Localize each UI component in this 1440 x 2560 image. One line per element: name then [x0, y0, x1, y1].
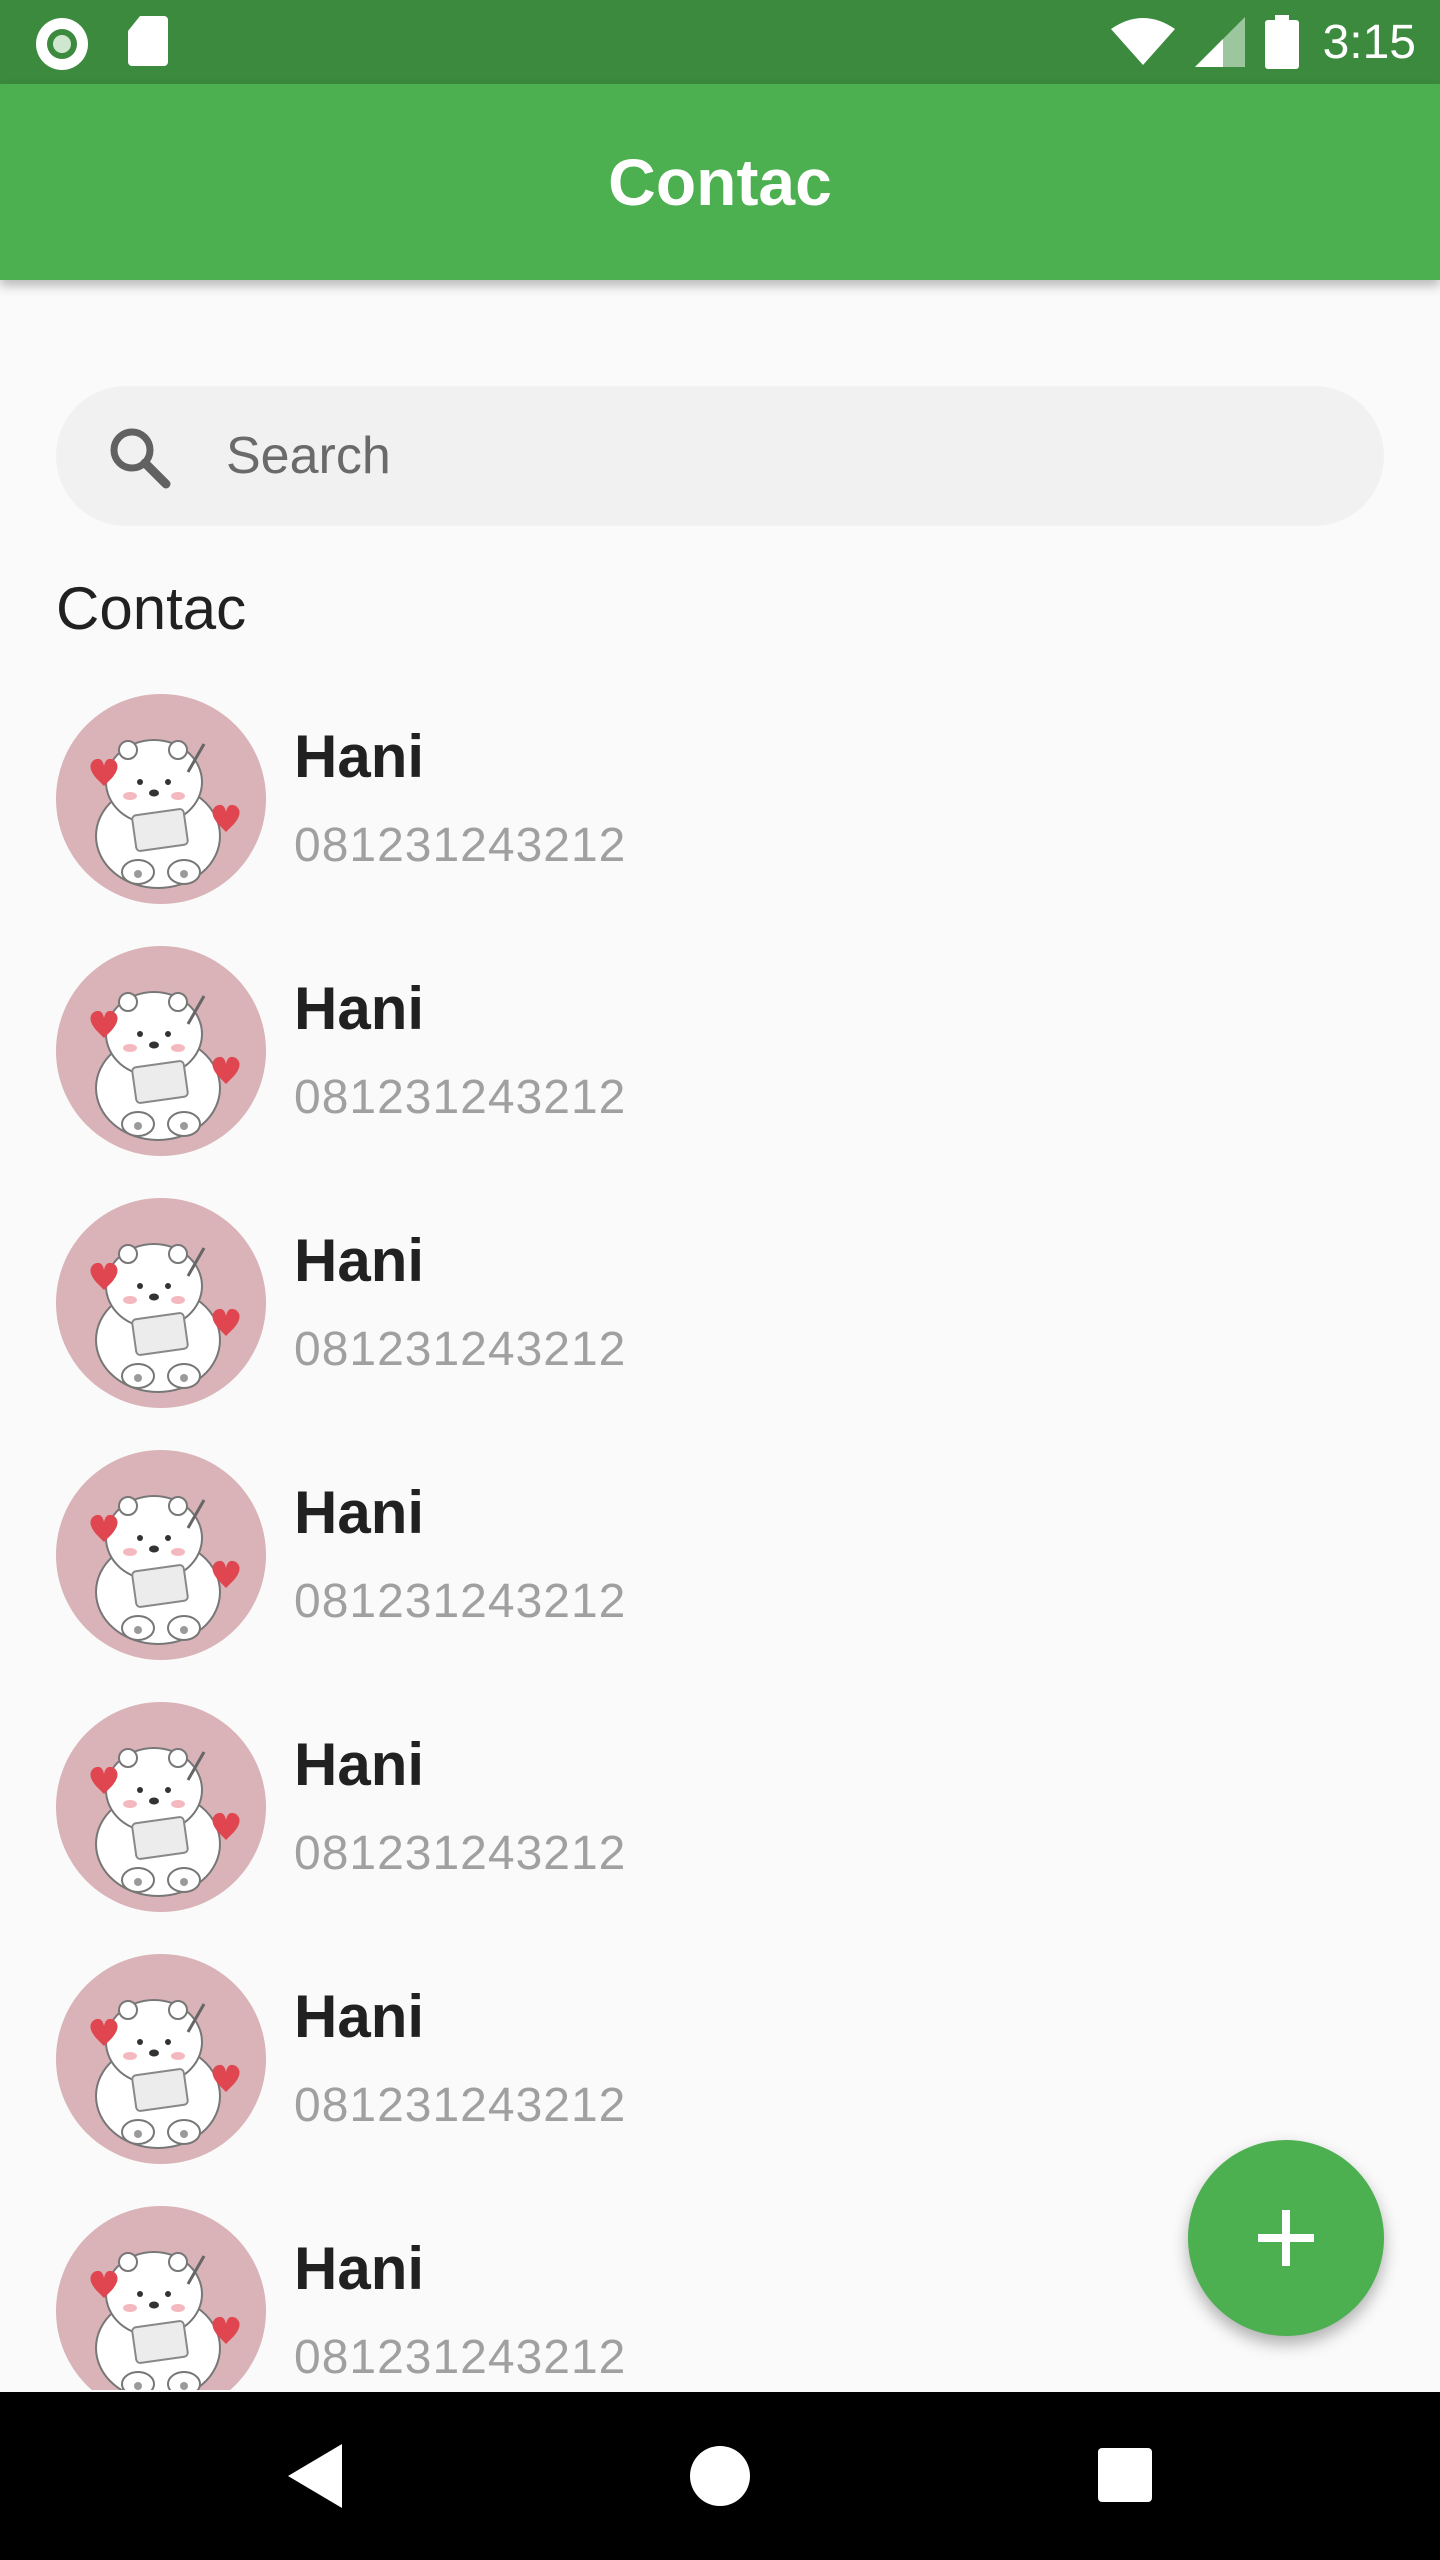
section-title: Contac — [56, 575, 247, 642]
plus-icon — [1258, 2210, 1314, 2266]
avatar — [56, 1954, 266, 2164]
back-icon[interactable] — [288, 2444, 342, 2508]
battery-icon — [1264, 15, 1299, 69]
contact-phone: 081231243212 — [294, 1071, 627, 1124]
signal-icon — [1194, 17, 1245, 67]
avatar — [56, 694, 266, 904]
sd-card-icon — [128, 16, 168, 66]
contact-phone: 081231243212 — [294, 819, 627, 872]
app-bar: Contac — [0, 84, 1440, 280]
contact-row[interactable]: Hani 081231243212 — [0, 1952, 1440, 2164]
contact-name: Hani — [294, 975, 425, 1042]
contact-name: Hani — [294, 2235, 425, 2302]
avatar — [56, 1198, 266, 1408]
avatar — [56, 2206, 266, 2390]
system-nav-bar — [0, 2392, 1440, 2560]
contact-name: Hani — [294, 1479, 425, 1546]
bear-illustration — [90, 2251, 240, 2390]
bear-illustration — [90, 739, 240, 889]
recents-icon[interactable] — [1098, 2448, 1152, 2502]
app-title: Contac — [608, 145, 832, 219]
contact-row[interactable]: Hani 081231243212 — [0, 1448, 1440, 1660]
contact-name: Hani — [294, 1731, 425, 1798]
contact-row[interactable]: Hani 081231243212 — [0, 1700, 1440, 1912]
bear-illustration — [90, 1495, 240, 1645]
contact-row[interactable]: Hani 081231243212 — [0, 692, 1440, 904]
contact-name: Hani — [294, 1983, 425, 2050]
contact-row[interactable]: Hani 081231243212 — [0, 1196, 1440, 1408]
contact-name: Hani — [294, 1227, 425, 1294]
avatar — [56, 1450, 266, 1660]
bear-illustration — [90, 1999, 240, 2149]
bear-illustration — [90, 1747, 240, 1897]
status-time: 3:15 — [1322, 15, 1416, 69]
search-bar[interactable] — [56, 386, 1384, 526]
contact-phone: 081231243212 — [294, 1575, 627, 1628]
avatar — [56, 1702, 266, 1912]
status-bar: 3:15 — [0, 0, 1440, 84]
wifi-icon — [1110, 18, 1175, 65]
status-right-group: 3:15 — [1110, 0, 1416, 84]
add-contact-button[interactable] — [1188, 2140, 1384, 2336]
contact-phone: 081231243212 — [294, 1827, 627, 1880]
contact-row[interactable]: Hani 081231243212 — [0, 944, 1440, 1156]
contact-phone: 081231243212 — [294, 2079, 627, 2132]
bear-illustration — [90, 991, 240, 1141]
bear-illustration — [90, 1243, 240, 1393]
record-icon — [36, 18, 88, 70]
contact-phone: 081231243212 — [294, 2331, 627, 2384]
avatar — [56, 946, 266, 1156]
contact-phone: 081231243212 — [294, 1323, 627, 1376]
search-input[interactable] — [224, 386, 1324, 526]
contact-list[interactable]: Hani 081231243212 Hani 081231243212 Hani… — [0, 690, 1440, 2390]
home-icon[interactable] — [690, 2446, 750, 2506]
contact-name: Hani — [294, 723, 425, 790]
search-icon — [110, 428, 171, 489]
